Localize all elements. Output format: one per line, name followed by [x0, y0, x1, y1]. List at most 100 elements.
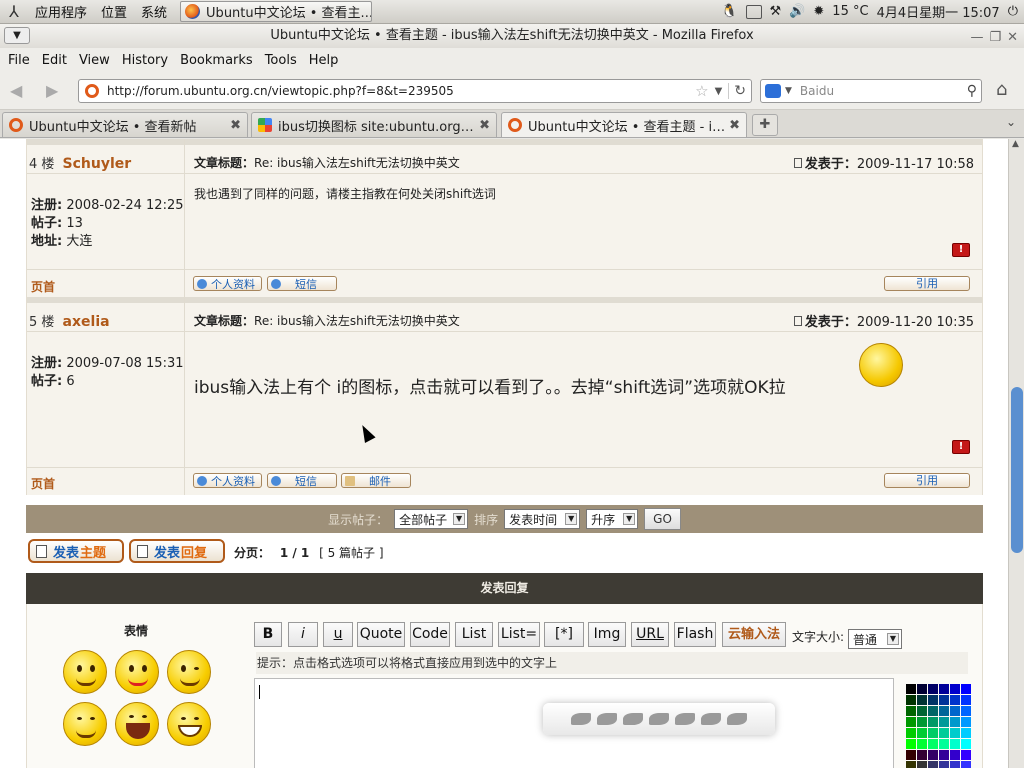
color-palette[interactable] — [906, 684, 971, 768]
tab-google-search[interactable]: ibus切换图标 site:ubuntu.org.cn... ✖ — [251, 112, 497, 137]
close-icon[interactable]: ✕ — [1007, 26, 1018, 49]
laugh-emoticon-icon[interactable] — [63, 702, 107, 746]
post-file-icon[interactable] — [793, 158, 802, 168]
back-icon[interactable]: ◀ — [10, 81, 22, 100]
profile-button[interactable]: 个人资料 — [193, 473, 262, 488]
new-topic-button[interactable]: 发表 主题 — [28, 539, 124, 563]
taskbar-firefox[interactable]: Ubuntu中文论坛 • 查看主... — [180, 1, 373, 22]
forward-icon[interactable]: ▶ — [46, 81, 58, 100]
clock[interactable]: 4月4日星期一 15:07 — [877, 2, 1000, 21]
power-icon[interactable]: ⏻ — [1008, 4, 1018, 19]
color-swatch[interactable] — [939, 739, 949, 749]
font-size-select[interactable]: 普通 ▼ — [848, 629, 902, 649]
email-button[interactable]: 邮件 — [341, 473, 411, 488]
volume-icon[interactable]: 🔊 — [789, 4, 805, 19]
temperature[interactable]: 15 °C — [832, 4, 868, 19]
cloud-input-button[interactable]: 云输入法 — [722, 622, 786, 647]
pm-button[interactable]: 短信 — [267, 276, 337, 291]
color-swatch[interactable] — [917, 706, 927, 716]
home-icon[interactable]: ⌂ — [996, 79, 1007, 100]
message-textarea[interactable] — [254, 678, 894, 768]
color-swatch[interactable] — [950, 695, 960, 705]
engine-dropdown-icon[interactable]: ▼ — [785, 86, 792, 96]
search-bar[interactable]: ▼ Baidu ⚲ — [760, 79, 982, 103]
color-swatch[interactable] — [939, 706, 949, 716]
flash-button[interactable]: Flash — [674, 622, 716, 647]
menu-help[interactable]: Help — [303, 53, 345, 68]
tab-close-icon[interactable]: ✖ — [729, 118, 740, 133]
maximize-icon[interactable]: ❐ — [989, 26, 1001, 49]
wink-emoticon-icon[interactable] — [167, 650, 211, 694]
color-swatch[interactable] — [928, 695, 938, 705]
url-bar[interactable]: http://forum.ubuntu.org.cn/viewtopic.php… — [78, 79, 752, 103]
menu-view[interactable]: View — [73, 53, 116, 68]
post-reply-button[interactable]: 发表 回复 — [129, 539, 225, 563]
baidu-engine-icon[interactable] — [765, 84, 781, 98]
menu-file[interactable]: File — [2, 53, 36, 68]
color-swatch[interactable] — [917, 695, 927, 705]
underline-button[interactable]: u — [323, 622, 353, 647]
bookmark-star-icon[interactable]: ☆ — [695, 82, 708, 100]
show-posts-select[interactable]: 全部帖子 ▼ — [394, 509, 469, 529]
menu-edit[interactable]: Edit — [36, 53, 73, 68]
big-laugh-emoticon-icon[interactable] — [115, 702, 159, 746]
color-swatch[interactable] — [928, 728, 938, 738]
new-tab-button[interactable]: ✚ — [752, 114, 778, 136]
quote-format-button[interactable]: Quote — [357, 622, 405, 647]
profile-button[interactable]: 个人资料 — [193, 276, 262, 291]
tongue-emoticon-icon[interactable] — [115, 650, 159, 694]
report-icon[interactable]: ! — [952, 243, 970, 257]
tab-list-icon[interactable]: ⌄ — [1006, 115, 1016, 129]
color-swatch[interactable] — [961, 684, 971, 694]
color-swatch[interactable] — [917, 684, 927, 694]
qq-icon[interactable]: 🐧 — [721, 4, 737, 19]
color-swatch[interactable] — [961, 739, 971, 749]
color-swatch[interactable] — [961, 717, 971, 727]
color-swatch[interactable] — [950, 761, 960, 768]
color-swatch[interactable] — [917, 717, 927, 727]
color-swatch[interactable] — [950, 750, 960, 760]
vertical-scrollbar[interactable]: ▲ — [1008, 139, 1024, 768]
color-swatch[interactable] — [928, 684, 938, 694]
go-button[interactable]: GO — [644, 508, 681, 530]
color-swatch[interactable] — [906, 728, 916, 738]
color-swatch[interactable] — [906, 750, 916, 760]
color-swatch[interactable] — [961, 761, 971, 768]
color-swatch[interactable] — [917, 761, 927, 768]
tab-close-icon[interactable]: ✖ — [230, 118, 241, 133]
color-swatch[interactable] — [928, 750, 938, 760]
back-to-top-link[interactable]: 页首 — [31, 475, 55, 492]
smile-emoticon-icon[interactable] — [63, 650, 107, 694]
color-swatch[interactable] — [906, 739, 916, 749]
post-file-icon[interactable] — [793, 316, 802, 326]
tab-close-icon[interactable]: ✖ — [479, 118, 490, 133]
username-link[interactable]: axelia — [63, 314, 110, 330]
url-button[interactable]: URL — [631, 622, 669, 647]
list-button[interactable]: List — [455, 622, 493, 647]
color-swatch[interactable] — [906, 761, 916, 768]
tab-current-topic[interactable]: Ubuntu中文论坛 • 查看主题 - ib... ✖ — [501, 112, 747, 137]
color-swatch[interactable] — [939, 750, 949, 760]
img-button[interactable]: Img — [588, 622, 626, 647]
scroll-up-icon[interactable]: ▲ — [1012, 139, 1019, 149]
color-swatch[interactable] — [906, 717, 916, 727]
color-swatch[interactable] — [961, 706, 971, 716]
username-link[interactable]: Schuyler — [63, 156, 132, 172]
bold-button[interactable]: B — [254, 622, 282, 647]
color-swatch[interactable] — [917, 728, 927, 738]
color-swatch[interactable] — [950, 739, 960, 749]
color-swatch[interactable] — [961, 728, 971, 738]
keyboard-icon[interactable] — [745, 4, 762, 19]
color-swatch[interactable] — [906, 695, 916, 705]
color-swatch[interactable] — [939, 695, 949, 705]
sweat-emoticon-icon[interactable] — [167, 702, 211, 746]
menu-history[interactable]: History — [116, 53, 174, 68]
reload-icon[interactable]: ↻ — [728, 83, 751, 99]
report-icon[interactable]: ! — [952, 440, 970, 454]
tab-new-posts[interactable]: Ubuntu中文论坛 • 查看新帖 ✖ — [2, 112, 248, 137]
quote-button[interactable]: 引用 — [884, 473, 970, 488]
scrollbar-thumb[interactable] — [1011, 387, 1023, 553]
code-button[interactable]: Code — [410, 622, 450, 647]
panel-menu-applications[interactable]: 应用程序 — [28, 2, 94, 21]
back-to-top-link[interactable]: 页首 — [31, 278, 55, 295]
